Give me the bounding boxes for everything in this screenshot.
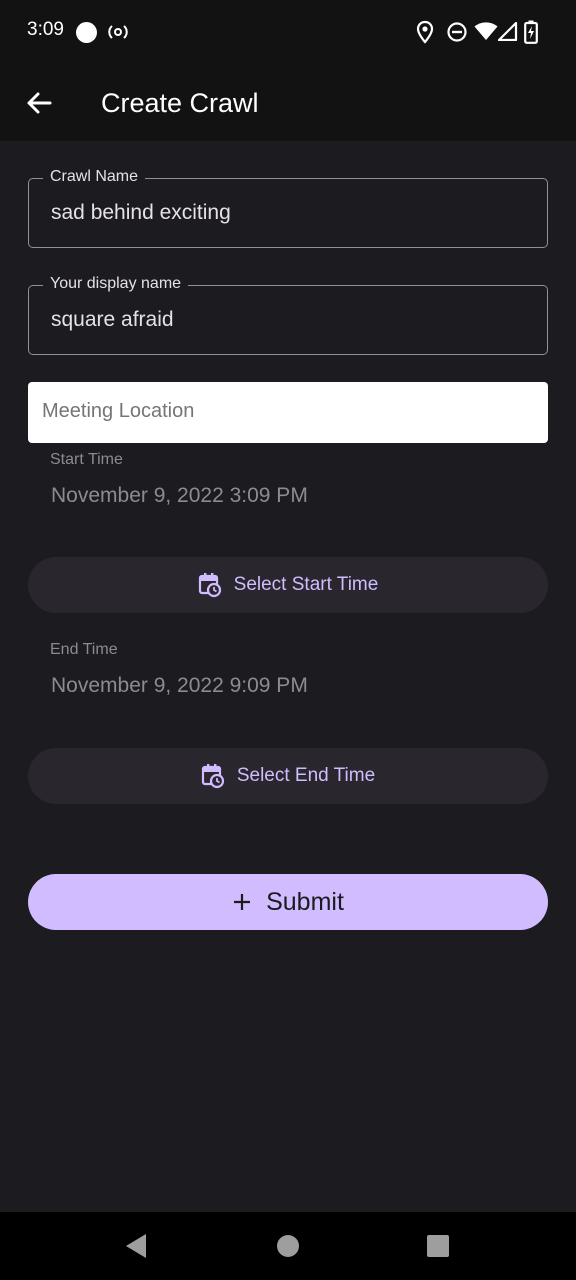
start-time-label: Start Time bbox=[50, 451, 123, 468]
select-start-time-label: Select Start Time bbox=[233, 574, 379, 595]
page-title: Create Crawl bbox=[101, 88, 259, 118]
display-name-field[interactable]: Your display name bbox=[28, 275, 548, 355]
back-triangle-icon[interactable] bbox=[124, 1232, 148, 1260]
end-time-value: November 9, 2022 9:09 PM bbox=[51, 674, 308, 697]
wifi-icon bbox=[474, 22, 498, 40]
select-end-time-label: Select End Time bbox=[236, 765, 376, 786]
navigation-bar bbox=[0, 1212, 576, 1280]
start-time-value: November 9, 2022 3:09 PM bbox=[51, 484, 308, 507]
hotspot-icon bbox=[108, 25, 128, 39]
crawl-name-label: Crawl Name bbox=[43, 168, 146, 186]
app-bar: Create Crawl bbox=[0, 64, 576, 141]
meeting-location-input[interactable] bbox=[42, 400, 532, 423]
display-name-input[interactable] bbox=[51, 308, 521, 332]
display-name-label: Your display name bbox=[43, 275, 189, 293]
dnd-icon bbox=[447, 22, 467, 42]
status-bar: 3:09 bbox=[0, 0, 576, 64]
crawl-name-field[interactable]: Crawl Name bbox=[28, 168, 548, 248]
select-end-time-button[interactable]: Select End Time bbox=[28, 748, 548, 804]
arrow-left-icon[interactable] bbox=[20, 84, 58, 122]
submit-button[interactable]: Submit bbox=[28, 874, 548, 930]
status-time: 3:09 bbox=[27, 19, 64, 40]
signal-icon bbox=[498, 22, 518, 41]
meeting-location-field[interactable] bbox=[28, 382, 548, 443]
location-icon bbox=[416, 20, 434, 44]
select-start-time-button[interactable]: Select Start Time bbox=[28, 557, 548, 613]
submit-label: Submit bbox=[266, 887, 344, 916]
calendar-clock-icon bbox=[198, 573, 221, 598]
home-circle-icon[interactable] bbox=[276, 1234, 300, 1258]
calendar-clock-icon bbox=[201, 764, 224, 789]
end-time-label: End Time bbox=[50, 641, 118, 658]
recents-square-icon[interactable] bbox=[426, 1234, 450, 1258]
battery-icon bbox=[524, 20, 538, 44]
plus-icon bbox=[234, 894, 251, 910]
circle-icon bbox=[76, 22, 97, 43]
crawl-name-input[interactable] bbox=[51, 201, 521, 225]
